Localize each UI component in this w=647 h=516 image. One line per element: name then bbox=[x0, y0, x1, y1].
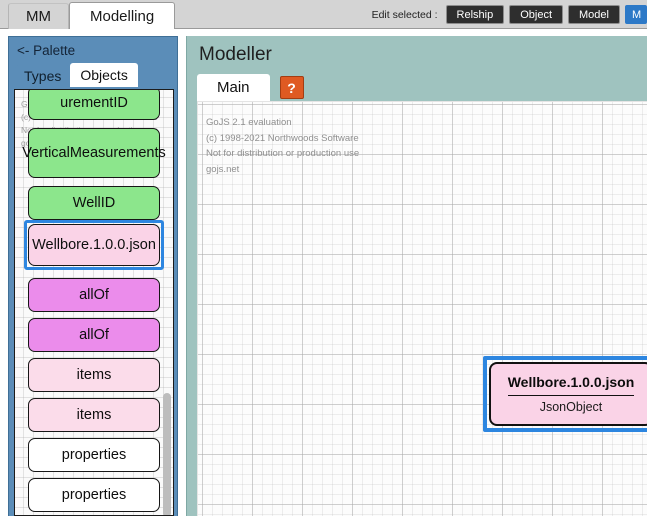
application-window: MM Modelling Edit selected : Relship Obj… bbox=[0, 0, 647, 516]
diagram-node-divider bbox=[508, 394, 634, 397]
model-selected-button[interactable]: M bbox=[625, 5, 647, 24]
palette-item-verticalmeasurementid[interactable]: urementID bbox=[28, 90, 160, 120]
palette-item-verticalmeasurements[interactable]: VerticalMeasurements bbox=[22, 128, 166, 178]
modeller-title: Modeller bbox=[199, 44, 272, 65]
tab-modelling[interactable]: Modelling bbox=[69, 2, 176, 29]
edit-selected-group: Edit selected : Relship Object Model M bbox=[372, 0, 647, 29]
modeller-tab-bar: Main ? bbox=[197, 74, 304, 101]
diagram-node-subtitle: JsonObject bbox=[539, 400, 603, 415]
modeller-grid bbox=[198, 102, 647, 516]
palette-item-items-1[interactable]: items bbox=[28, 358, 160, 392]
palette-item-properties-2[interactable]: properties bbox=[28, 478, 160, 512]
palette-item-allof-2[interactable]: allOf bbox=[28, 318, 160, 352]
palette-canvas[interactable]: GoJS 2.1 evaluation (c) 1998-2021 Northw… bbox=[14, 89, 174, 516]
object-button[interactable]: Object bbox=[509, 5, 563, 24]
help-button[interactable]: ? bbox=[279, 76, 304, 99]
modeller-panel: Modeller Main ? GoJS 2.1 evaluation (c) … bbox=[186, 36, 647, 516]
palette-item-items-2[interactable]: items bbox=[28, 398, 160, 432]
palette-item-wellbore-json[interactable]: Wellbore.1.0.0.json bbox=[28, 224, 160, 266]
palette-header-label[interactable]: <- Palette bbox=[9, 37, 177, 63]
palette-tab-bar: Types Objects bbox=[9, 63, 177, 87]
palette-item-allof-1[interactable]: allOf bbox=[28, 278, 160, 312]
palette-scrollbar[interactable] bbox=[163, 90, 172, 515]
modeller-tab-main[interactable]: Main bbox=[197, 74, 270, 101]
model-button[interactable]: Model bbox=[568, 5, 620, 24]
diagram-node-selection-highlight: Wellbore.1.0.0.json JsonObject bbox=[483, 356, 647, 432]
palette-scrollbar-thumb[interactable] bbox=[163, 393, 171, 515]
diagram-node-title: Wellbore.1.0.0.json bbox=[507, 373, 635, 390]
main-tab-bar: MM Modelling bbox=[8, 2, 176, 29]
palette-item-wellid[interactable]: WellID bbox=[28, 186, 160, 220]
edit-selected-label: Edit selected : bbox=[371, 8, 438, 21]
palette-item-properties-1[interactable]: properties bbox=[28, 438, 160, 472]
palette-panel: <- Palette Types Objects GoJS 2.1 evalua… bbox=[8, 36, 178, 516]
relship-button[interactable]: Relship bbox=[445, 5, 505, 24]
palette-tab-types[interactable]: Types bbox=[15, 65, 71, 87]
tab-mm[interactable]: MM bbox=[8, 3, 69, 29]
palette-tab-objects[interactable]: Objects bbox=[70, 63, 138, 87]
top-toolbar: MM Modelling Edit selected : Relship Obj… bbox=[0, 0, 647, 29]
modeller-canvas[interactable]: GoJS 2.1 evaluation (c) 1998-2021 Northw… bbox=[197, 101, 647, 516]
diagram-node-wellbore-json[interactable]: Wellbore.1.0.0.json JsonObject bbox=[489, 362, 647, 426]
